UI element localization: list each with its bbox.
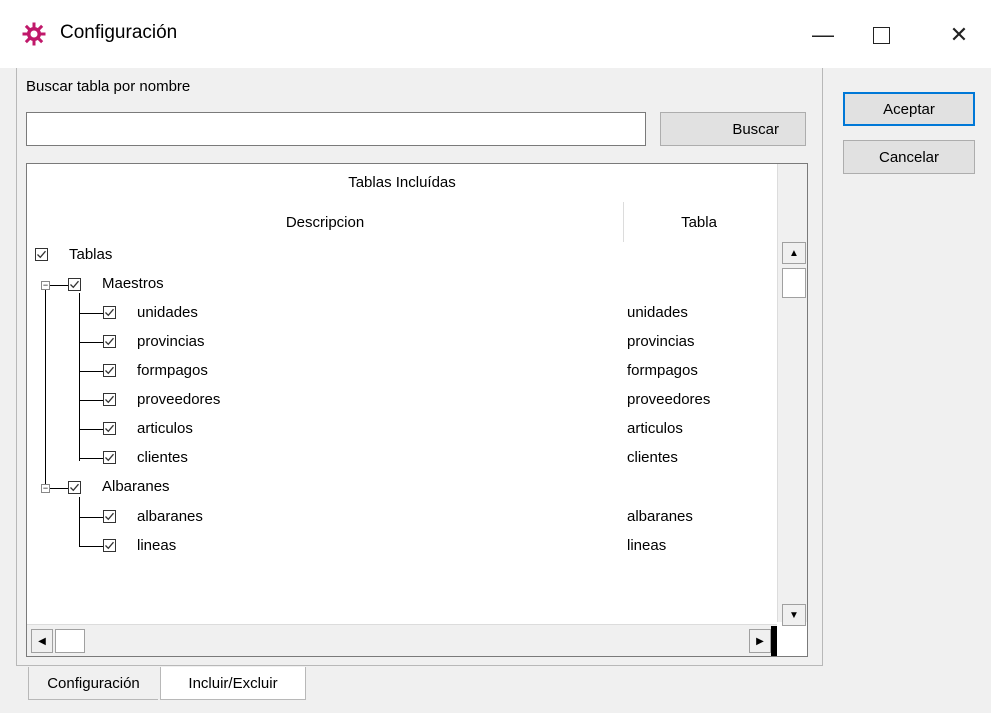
cancel-button[interactable]: Cancelar <box>843 140 975 174</box>
search-label: Buscar tabla por nombre <box>26 78 191 95</box>
tree-node-albaranes[interactable]: albaranes <box>137 508 203 525</box>
collapse-icon[interactable]: − <box>41 484 50 493</box>
tab-incluir-excluir[interactable]: Incluir/Excluir <box>160 667 306 700</box>
tree-node-formpagos[interactable]: formpagos <box>137 362 208 379</box>
table-name-albaranes: albaranes <box>627 508 693 525</box>
tree-line <box>79 517 103 518</box>
horizontal-scrollbar[interactable]: ◀ ▶ <box>27 624 777 656</box>
table-name-articulos: articulos <box>627 420 683 437</box>
scroll-right-button[interactable]: ▶ <box>749 629 771 653</box>
checkbox-formpagos[interactable] <box>103 364 116 377</box>
checkbox-articulos[interactable] <box>103 422 116 435</box>
table-name-proveedores: proveedores <box>627 391 711 408</box>
table-name-formpagos: formpagos <box>627 362 698 379</box>
vertical-scrollbar[interactable]: ▲ ▼ <box>777 164 807 626</box>
tree-line <box>79 429 103 430</box>
table-name-lineas: lineas <box>627 537 667 554</box>
checkbox-clientes[interactable] <box>103 451 116 464</box>
tree-line <box>45 289 46 489</box>
scroll-thumb-horizontal[interactable] <box>55 629 85 653</box>
column-header-descripcion[interactable]: Descripcion <box>27 214 623 231</box>
checkbox-lineas[interactable] <box>103 539 116 552</box>
scroll-down-button[interactable]: ▼ <box>782 604 806 626</box>
checkbox-tablas[interactable] <box>35 248 48 261</box>
size-grip <box>771 626 777 656</box>
checkbox-albaranes[interactable] <box>103 510 116 523</box>
maximize-icon <box>872 26 890 44</box>
checkbox-albaranes-group[interactable] <box>68 481 81 494</box>
close-button[interactable]: ✕ <box>936 18 982 52</box>
tree-node-tablas[interactable]: Tablas <box>69 246 112 263</box>
scroll-thumb[interactable] <box>782 268 806 298</box>
tree-line <box>79 546 103 547</box>
window-title: Configuración <box>60 22 178 43</box>
tree-line <box>79 342 103 343</box>
checkbox-unidades[interactable] <box>103 306 116 319</box>
tree-line <box>79 497 80 547</box>
tree-node-unidades[interactable]: unidades <box>137 304 198 321</box>
tree-node-provincias[interactable]: provincias <box>137 333 205 350</box>
tree-node-proveedores[interactable]: proveedores <box>137 391 220 408</box>
tree-line <box>50 285 68 286</box>
search-button[interactable]: Buscar <box>660 112 806 146</box>
column-header-tabla[interactable]: Tabla <box>624 214 774 231</box>
checkbox-provincias[interactable] <box>103 335 116 348</box>
tree-line <box>79 400 103 401</box>
scroll-up-button[interactable]: ▲ <box>782 242 806 264</box>
table-name-provincias: provincias <box>627 333 695 350</box>
table-name-clientes: clientes <box>627 449 678 466</box>
scroll-left-button[interactable]: ◀ <box>31 629 53 653</box>
tree-node-lineas[interactable]: lineas <box>137 537 176 554</box>
tab-configuracion[interactable]: Configuración <box>28 667 158 700</box>
tree-line <box>50 488 68 489</box>
minimize-button[interactable]: — <box>800 18 846 52</box>
tree-node-clientes[interactable]: clientes <box>137 449 188 466</box>
tree-node-albaranes-group[interactable]: Albaranes <box>102 478 170 495</box>
accept-button[interactable]: Aceptar <box>843 92 975 126</box>
tree-line <box>79 293 80 461</box>
table-name-unidades: unidades <box>627 304 688 321</box>
checkbox-maestros[interactable] <box>68 278 81 291</box>
checkbox-proveedores[interactable] <box>103 393 116 406</box>
grid-title: Tablas Incluídas <box>348 174 456 191</box>
tree-line <box>79 313 103 314</box>
maximize-button[interactable] <box>858 18 904 52</box>
collapse-icon[interactable]: − <box>41 281 50 290</box>
tree-node-maestros[interactable]: Maestros <box>102 275 164 292</box>
tree-line <box>79 458 103 459</box>
tables-tree-grid[interactable]: Tablas Incluídas Descripcion Tabla Tabla… <box>26 163 808 657</box>
search-input[interactable] <box>26 112 646 146</box>
tree-node-articulos[interactable]: articulos <box>137 420 193 437</box>
tree-line <box>79 371 103 372</box>
gear-icon <box>22 22 46 46</box>
